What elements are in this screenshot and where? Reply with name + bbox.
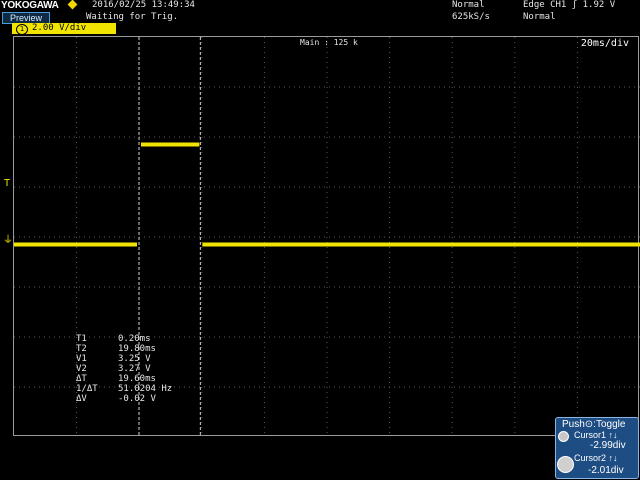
- trigger-level-marker: T: [4, 178, 11, 189]
- measurement-value: -0.02 V: [118, 394, 156, 404]
- waveform-screen[interactable]: [13, 36, 640, 437]
- measurement-label: V2: [76, 364, 87, 374]
- waveform-grid: [14, 37, 640, 437]
- measurement-value: 3.27 V: [118, 364, 151, 374]
- measurement-label: V1: [76, 354, 87, 364]
- cursor1-label: Cursor1 ↑↓: [574, 430, 618, 440]
- cursor1-value: -2.99div: [590, 440, 626, 451]
- cursor2-value: -2.01div: [588, 465, 624, 476]
- measurement-value: 19.60ms: [118, 374, 156, 384]
- datetime: 2016/02/25 13:49:34: [92, 0, 195, 10]
- sample-rate: 625kS/s: [452, 12, 490, 22]
- measurement-label: ΔV: [76, 394, 87, 404]
- push-toggle-label: Push⊙:Toggle: [562, 419, 626, 430]
- measurement-value: 51.0204 Hz: [118, 384, 173, 394]
- cursor2-label: Cursor2 ↑↓: [574, 453, 618, 463]
- measurement-label: T2: [76, 344, 87, 354]
- measurement-value: 3.25 V: [118, 354, 151, 364]
- timebase-label: 20ms/div: [580, 38, 629, 49]
- channel1-scale: 2.00 V/div: [32, 23, 87, 33]
- main-sample-count: Main : 125 k: [300, 38, 358, 47]
- trigger-status: Waiting for Trig.: [86, 12, 179, 22]
- trigger-mode: Normal: [523, 12, 556, 22]
- channel1-number: 1: [16, 24, 28, 35]
- measurement-label: ΔT: [76, 374, 87, 384]
- brand-logo: YOKOGAWA: [1, 0, 59, 11]
- cursor2-knob-icon[interactable]: [557, 456, 574, 473]
- cursor1-knob-icon: [558, 431, 569, 442]
- brand-diamond-icon: [67, 0, 78, 10]
- measurement-value: 0.20ms: [118, 334, 151, 344]
- ground-level-marker: ⏚: [3, 235, 13, 246]
- acquisition-mode: Normal: [452, 0, 485, 10]
- trigger-source: Edge CH1 ʃ 1.92 V: [523, 0, 616, 10]
- measurement-label: 1/ΔT: [76, 384, 98, 394]
- measurement-value: 19.80ms: [118, 344, 156, 354]
- measurement-label: T1: [76, 334, 87, 344]
